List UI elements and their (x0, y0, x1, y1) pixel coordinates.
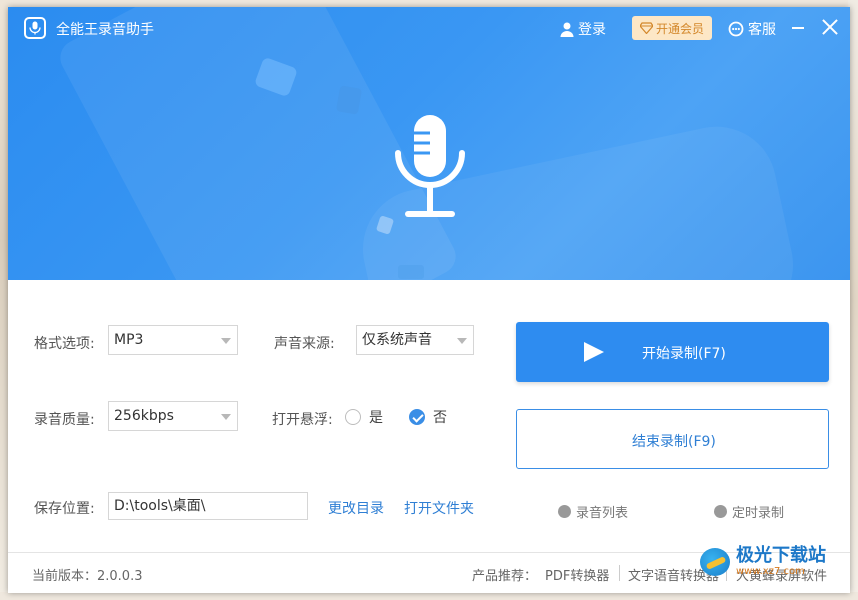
login-label: 登录 (578, 22, 606, 38)
site-watermark: 极光下载站 www.xz7.com (700, 546, 826, 577)
chevron-down-icon (457, 338, 467, 344)
radio-checked-icon (409, 409, 425, 425)
watermark-logo-icon (700, 547, 730, 576)
source-value: 仅系统声音 (362, 332, 432, 348)
quality-select[interactable]: 256kbps (108, 401, 238, 431)
float-yes-radio[interactable]: 是 (345, 407, 383, 427)
vip-button[interactable]: 开通会员 (632, 16, 712, 40)
close-icon[interactable] (820, 17, 840, 37)
source-label: 声音来源: (274, 336, 335, 352)
headset-icon (728, 21, 744, 37)
change-directory-link[interactable]: 更改目录 (328, 498, 384, 518)
scheduled-recording-label: 定时录制 (732, 506, 785, 521)
app-window: 全能王录音助手 登录 开通会员 客服 格式选项: MP3 声音来源: 仅系统声音… (8, 7, 850, 593)
radio-unchecked-icon (345, 409, 361, 425)
float-no-label: 否 (433, 410, 447, 426)
format-label: 格式选项: (34, 336, 95, 352)
open-folder-link[interactable]: 打开文件夹 (404, 498, 474, 518)
float-no-radio[interactable]: 否 (409, 407, 447, 427)
watermark-title: 极光下载站 (736, 545, 826, 566)
source-select[interactable]: 仅系统声音 (356, 325, 474, 355)
float-yes-label: 是 (369, 410, 383, 426)
float-label: 打开悬浮: (272, 412, 333, 428)
stop-recording-button[interactable]: 结束录制(F9) (516, 409, 829, 469)
service-label: 客服 (748, 22, 776, 38)
recommend-label: 产品推荐： (472, 569, 538, 584)
user-icon (560, 22, 574, 37)
product-pdf-link[interactable]: PDF转换器 (545, 565, 609, 584)
quality-label: 录音质量: (34, 412, 95, 428)
header-banner: 全能王录音助手 登录 开通会员 客服 (8, 7, 850, 280)
stop-recording-label: 结束录制(F9) (632, 434, 716, 450)
vip-label: 开通会员 (655, 21, 704, 36)
format-value: MP3 (114, 332, 144, 348)
chevron-down-icon (221, 414, 231, 420)
titlebar: 全能王录音助手 登录 开通会员 客服 (8, 7, 850, 51)
start-recording-button[interactable]: 开始录制(F7) (516, 322, 829, 382)
clock-icon (714, 505, 727, 518)
quality-value: 256kbps (114, 408, 174, 424)
recording-list-label: 录音列表 (576, 506, 629, 521)
start-recording-label: 开始录制(F7) (642, 346, 726, 362)
version-text: 当前版本：2.0.0.3 (32, 569, 143, 584)
customer-service-button[interactable]: 客服 (728, 19, 776, 39)
microphone-icon (395, 115, 465, 217)
login-button[interactable]: 登录 (560, 19, 606, 39)
minimize-icon[interactable] (792, 27, 804, 29)
chevron-down-icon (221, 338, 231, 344)
app-logo-mic-icon (24, 17, 46, 39)
play-icon (584, 342, 604, 362)
recording-list-link[interactable]: 录音列表 (558, 502, 628, 521)
footer-separator (619, 565, 620, 581)
save-location-label: 保存位置: (34, 501, 95, 517)
app-title: 全能王录音助手 (56, 22, 154, 38)
format-select[interactable]: MP3 (108, 325, 238, 355)
watermark-url: www.xz7.com (736, 566, 805, 577)
scheduled-recording-link[interactable]: 定时录制 (714, 502, 784, 521)
save-path-input[interactable]: D:\tools\桌面\ (108, 492, 308, 520)
diamond-icon (639, 22, 653, 34)
desktop-background-bottom (0, 592, 858, 600)
mic-small-icon (558, 505, 571, 518)
